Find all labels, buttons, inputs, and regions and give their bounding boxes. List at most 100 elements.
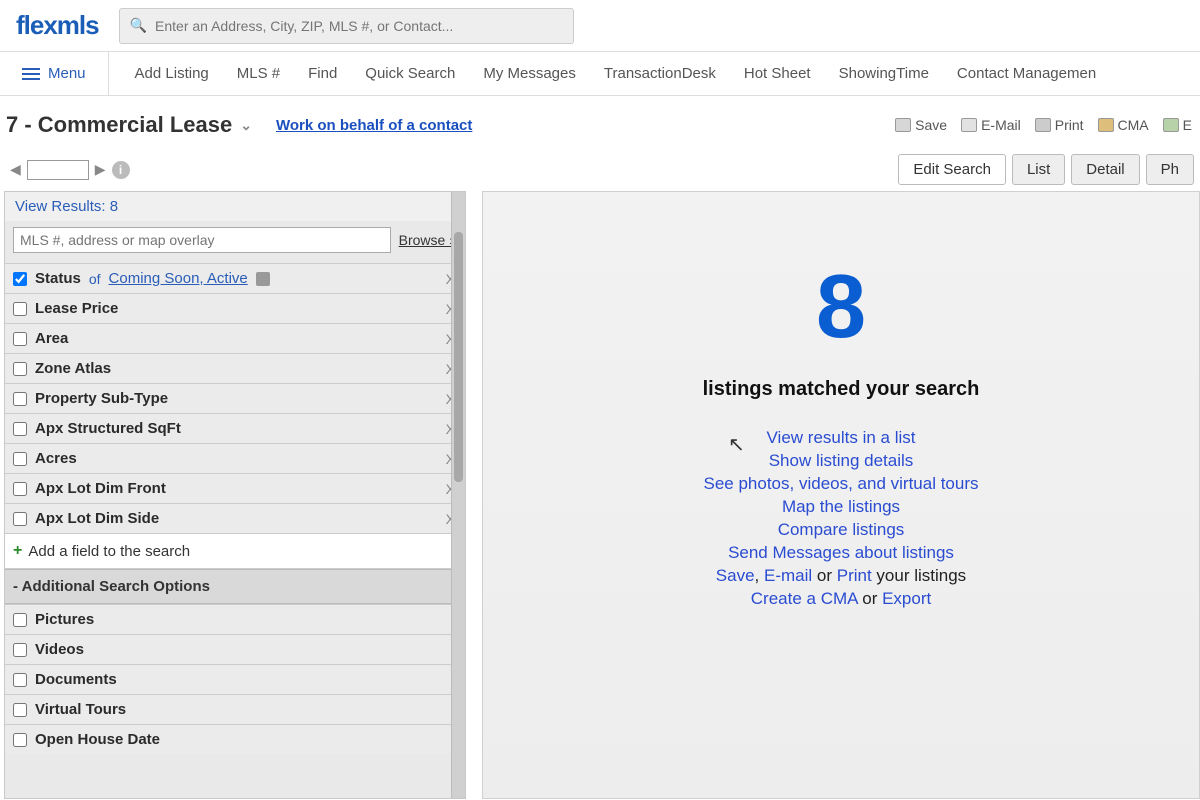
nav-hot-sheet[interactable]: Hot Sheet [744, 65, 811, 82]
nav-my-messages[interactable]: My Messages [483, 65, 576, 82]
field-checkbox[interactable] [13, 422, 27, 436]
field-acres[interactable]: AcresX [5, 443, 465, 473]
link-create-cma[interactable]: Create a CMA [751, 589, 858, 608]
field-zone-atlas[interactable]: Zone AtlasX [5, 353, 465, 383]
field-status-value[interactable]: Coming Soon, Active [109, 270, 248, 287]
cma-action[interactable]: CMA [1098, 117, 1149, 133]
field-virtual-tours[interactable]: Virtual Tours [5, 694, 465, 724]
field-lease-price[interactable]: Lease PriceX [5, 293, 465, 323]
field-checkbox[interactable] [13, 673, 27, 687]
next-arrow-icon[interactable]: ▶ [95, 161, 106, 178]
scrollbar[interactable] [451, 192, 465, 798]
prev-arrow-icon[interactable]: ◀ [10, 161, 21, 178]
field-label: Lease Price [35, 300, 118, 317]
nav-add-listing[interactable]: Add Listing [135, 65, 209, 82]
tab-edit-search[interactable]: Edit Search [898, 154, 1006, 185]
nav-contact-management[interactable]: Contact Managemen [957, 65, 1096, 82]
chevron-down-icon: ⌄ [240, 117, 252, 134]
link-map-listings[interactable]: Map the listings [782, 497, 900, 516]
export-action[interactable]: E [1163, 117, 1192, 133]
field-videos[interactable]: Videos [5, 634, 465, 664]
field-checkbox[interactable] [13, 703, 27, 717]
email-action[interactable]: E-Mail [961, 117, 1021, 133]
menu-button[interactable]: Menu [0, 52, 109, 95]
link-send-messages[interactable]: Send Messages about listings [728, 543, 954, 562]
tab-list[interactable]: List [1012, 154, 1065, 185]
field-label: Acres [35, 450, 77, 467]
page-actions: Save E-Mail Print CMA E [895, 117, 1192, 133]
print-action[interactable]: Print [1035, 117, 1084, 133]
field-label: Pictures [35, 611, 94, 628]
field-checkbox[interactable] [13, 362, 27, 376]
field-label: Area [35, 330, 68, 347]
criteria-filter-input[interactable] [13, 227, 391, 253]
cma-icon [1098, 118, 1114, 132]
hamburger-icon [22, 65, 40, 83]
field-apx-lot-dim-front[interactable]: Apx Lot Dim FrontX [5, 473, 465, 503]
link-print[interactable]: Print [837, 566, 872, 585]
link-compare[interactable]: Compare listings [778, 520, 905, 539]
tab-detail[interactable]: Detail [1071, 154, 1139, 185]
export-icon [1163, 118, 1179, 132]
field-status-checkbox[interactable] [13, 272, 27, 286]
primary-nav: Add Listing MLS # Find Quick Search My M… [109, 52, 1123, 95]
calendar-icon[interactable] [256, 272, 270, 286]
nav-showingtime[interactable]: ShowingTime [839, 65, 929, 82]
view-results-link[interactable]: View Results: 8 [5, 192, 465, 221]
link-see-media[interactable]: See photos, videos, and virtual tours [704, 474, 979, 493]
field-documents[interactable]: Documents [5, 664, 465, 694]
work-on-behalf-link[interactable]: Work on behalf of a contact [276, 117, 472, 134]
field-label: Virtual Tours [35, 701, 126, 718]
field-checkbox[interactable] [13, 482, 27, 496]
add-field-button[interactable]: + Add a field to the search [5, 533, 465, 569]
link-export[interactable]: Export [882, 589, 931, 608]
field-status[interactable]: Status of Coming Soon, Active X [5, 263, 465, 293]
nav-transactiondesk[interactable]: TransactionDesk [604, 65, 716, 82]
nav-find[interactable]: Find [308, 65, 337, 82]
save-action[interactable]: Save [895, 117, 947, 133]
field-label: Videos [35, 641, 84, 658]
link-show-details[interactable]: Show listing details [769, 451, 914, 470]
field-status-of: of [89, 271, 101, 287]
link-save[interactable]: Save [716, 566, 755, 585]
field-checkbox[interactable] [13, 302, 27, 316]
page-title[interactable]: 7 - Commercial Lease ⌄ [6, 112, 252, 138]
cursor-icon: ↖ [728, 432, 745, 457]
field-checkbox[interactable] [13, 643, 27, 657]
app-logo: flexmls [16, 10, 99, 41]
print-icon [1035, 118, 1051, 132]
browse-link[interactable]: Browse » [399, 232, 457, 248]
field-area[interactable]: AreaX [5, 323, 465, 353]
field-checkbox[interactable] [13, 733, 27, 747]
field-apx-structured-sqft[interactable]: Apx Structured SqFtX [5, 413, 465, 443]
link-email[interactable]: E-mail [764, 566, 812, 585]
field-property-sub-type[interactable]: Property Sub-TypeX [5, 383, 465, 413]
global-search-input[interactable] [155, 18, 563, 34]
mail-icon [961, 118, 977, 132]
field-checkbox[interactable] [13, 332, 27, 346]
field-open-house-date[interactable]: Open House Date [5, 724, 465, 754]
field-pictures[interactable]: Pictures [5, 604, 465, 634]
field-checkbox[interactable] [13, 392, 27, 406]
field-apx-lot-dim-side[interactable]: Apx Lot Dim SideX [5, 503, 465, 533]
global-search[interactable]: 🔍 [119, 8, 574, 44]
results-count: 8 [816, 262, 866, 352]
additional-options-header[interactable]: - Additional Search Options [5, 569, 465, 604]
page-title-text: 7 - Commercial Lease [6, 112, 232, 138]
criteria-fields: Status of Coming Soon, Active X Lease Pr… [5, 263, 465, 798]
field-checkbox[interactable] [13, 452, 27, 466]
search-criteria-panel: View Results: 8 Browse » Status of Comin… [4, 191, 466, 799]
nav-quick-search[interactable]: Quick Search [365, 65, 455, 82]
field-checkbox[interactable] [13, 512, 27, 526]
save-icon [895, 118, 911, 132]
field-label: Apx Lot Dim Side [35, 510, 159, 527]
nav-mls-number[interactable]: MLS # [237, 65, 280, 82]
field-checkbox[interactable] [13, 613, 27, 627]
field-label: Zone Atlas [35, 360, 111, 377]
scrollbar-thumb[interactable] [454, 232, 463, 482]
tab-photos[interactable]: Ph [1146, 154, 1194, 185]
record-jump-input[interactable] [27, 160, 89, 180]
view-tabs: Edit Search List Detail Ph [898, 154, 1194, 185]
info-icon[interactable]: i [112, 161, 130, 179]
link-view-list[interactable]: View results in a list [767, 428, 916, 447]
